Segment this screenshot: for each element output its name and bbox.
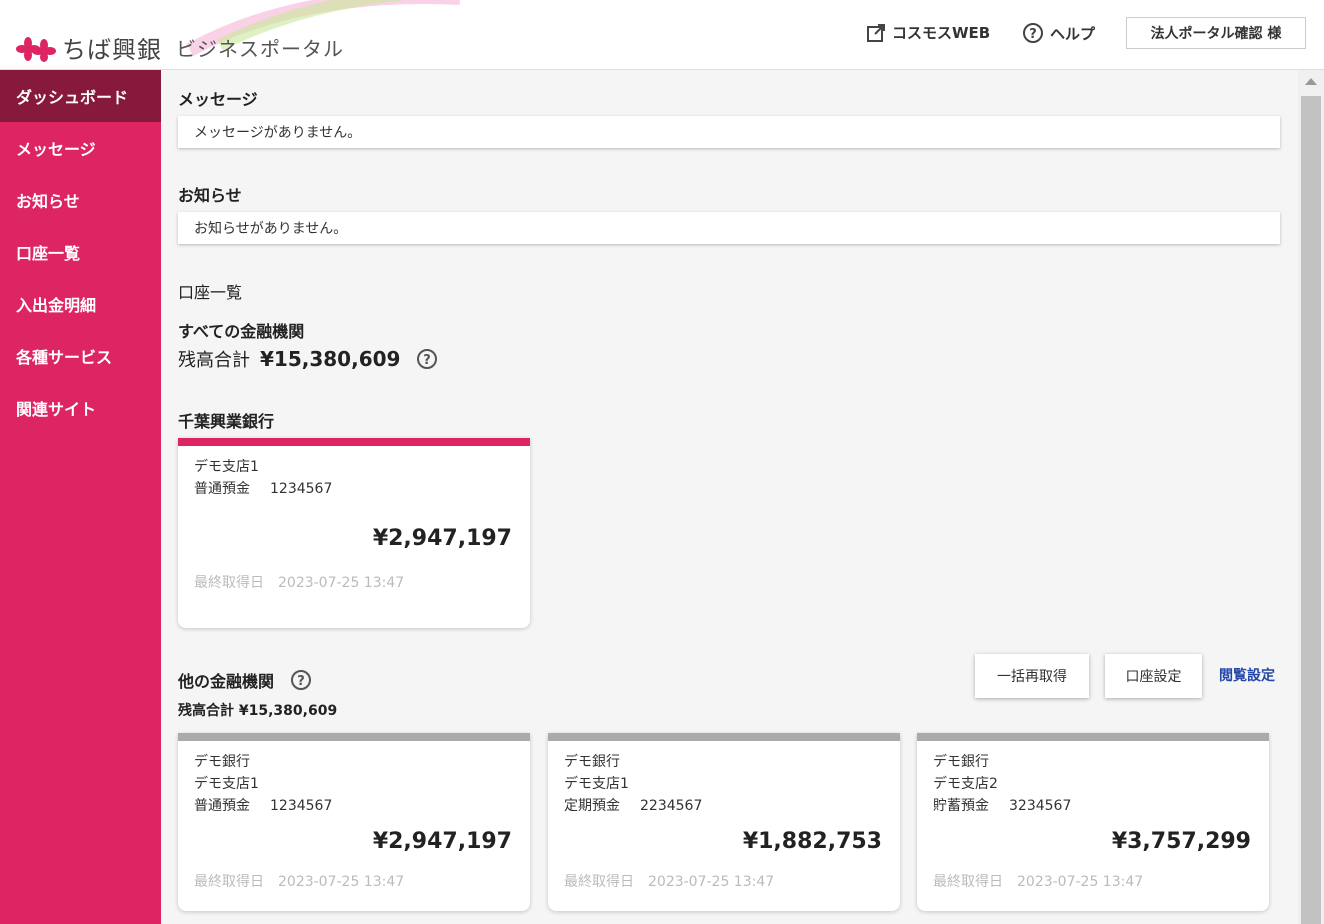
card-last-date: 2023-07-25 13:47: [648, 874, 775, 890]
messages-title: メッセージ: [178, 90, 258, 109]
card-account-number: 3234567: [1009, 798, 1072, 814]
sidebar-item-related-sites[interactable]: 関連サイト: [0, 382, 161, 434]
help-link[interactable]: ? ヘルプ: [1022, 22, 1095, 44]
card-amount: ¥2,947,197: [372, 829, 512, 854]
card-branch: デモ支店1: [564, 776, 629, 792]
accounts-title: 口座一覧: [178, 283, 243, 302]
sidebar: ダッシュボード メッセージ お知らせ 口座一覧 入出金明細 各種サービス 関連サ…: [0, 70, 161, 924]
card-last-updated: 最終取得日 2023-07-25 13:47: [933, 871, 1143, 891]
logo[interactable]: ちば興銀 ビジネスポータル: [16, 30, 344, 65]
messages-box: メッセージがありません。: [178, 116, 1280, 148]
scroll-thumb[interactable]: [1301, 96, 1321, 924]
card-account-row: 貯蓄預金 3234567: [933, 795, 1253, 817]
account-card-main[interactable]: デモ支店1 普通預金 1234567 ¥2,947,197 最終取得日 2023-0…: [178, 438, 530, 628]
cosmos-web-link[interactable]: コスモスWEB: [866, 22, 990, 43]
card-account-type: 定期預金: [564, 798, 620, 814]
card-bank: デモ銀行: [933, 754, 989, 770]
bank-title: 千葉興業銀行: [178, 412, 275, 431]
logo-portal-name: ビジネスポータル: [176, 37, 344, 61]
header: ちば興銀 ビジネスポータル コスモスWEB ? ヘルプ 法人ポータル確認 様: [0, 0, 1324, 70]
cosmos-web-label: コスモスWEB: [892, 24, 991, 42]
other-institutions-title-row: 他の金融機関 ?: [178, 668, 312, 692]
other-total-balance: 残高合計 ¥15,380,609: [178, 703, 338, 719]
help-icon[interactable]: ?: [290, 669, 312, 691]
sidebar-item-messages[interactable]: メッセージ: [0, 122, 161, 174]
card-account-type: 普通預金: [194, 798, 250, 814]
card-account-row: 普通預金 1234567: [194, 795, 514, 817]
account-card-other-3[interactable]: デモ銀行 デモ支店2 貯蓄預金 3234567 ¥3,757,299 最終取得日 2…: [917, 733, 1269, 911]
svg-text:?: ?: [297, 674, 305, 689]
external-link-icon: [867, 23, 885, 42]
cosmos-flower-icon: [16, 36, 56, 62]
account-card-other-1[interactable]: デモ銀行 デモ支店1 普通預金 1234567 ¥2,947,197 最終取得日 2…: [178, 733, 530, 911]
card-accent-bar: [917, 733, 1269, 741]
account-settings-button[interactable]: 口座設定: [1105, 654, 1202, 698]
card-account-number: 1234567: [270, 798, 333, 814]
card-account-number: 2234567: [640, 798, 703, 814]
card-accent-bar: [548, 733, 900, 741]
card-last-updated: 最終取得日 2023-07-25 13:47: [564, 871, 774, 891]
account-card-other-2[interactable]: デモ銀行 デモ支店1 定期預金 2234567 ¥1,882,753 最終取得日 2…: [548, 733, 900, 911]
help-label: ヘルプ: [1050, 24, 1096, 43]
card-details: デモ銀行 デモ支店1 普通預金 1234567: [178, 741, 530, 817]
card-details: デモ銀行 デモ支店2 貯蓄預金 3234567: [917, 741, 1269, 817]
card-bank: デモ銀行: [564, 754, 620, 770]
card-last-label: 最終取得日: [194, 575, 264, 591]
main-content: メッセージ メッセージがありません。 お知らせ お知らせがありません。 口座一覧…: [161, 70, 1298, 924]
refresh-all-button[interactable]: 一括再取得: [975, 654, 1089, 698]
help-icon: ?: [1023, 23, 1043, 43]
total-balance: 残高合計 ¥15,380,609 ?: [178, 346, 438, 372]
card-amount: ¥2,947,197: [372, 526, 512, 551]
total-balance-amount: ¥15,380,609: [260, 347, 401, 371]
card-details: デモ支店1 普通預金 1234567: [178, 446, 530, 500]
card-account-type: 貯蓄預金: [933, 798, 989, 814]
scroll-up-arrow-icon[interactable]: [1305, 78, 1317, 85]
help-icon[interactable]: ?: [416, 348, 438, 370]
card-last-date: 2023-07-25 13:47: [278, 575, 405, 591]
all-institutions-title: すべての金融機関: [178, 322, 305, 341]
view-settings-link[interactable]: 閲覧設定: [1219, 665, 1275, 685]
sidebar-item-transactions[interactable]: 入出金明細: [0, 278, 161, 330]
total-balance-label: 残高合計: [178, 350, 250, 371]
vertical-scrollbar[interactable]: [1298, 70, 1324, 924]
card-account-type: 普通預金: [194, 481, 250, 497]
card-account-number: 1234567: [270, 481, 333, 497]
sidebar-item-services[interactable]: 各種サービス: [0, 330, 161, 382]
card-branch: デモ支店1: [194, 776, 259, 792]
card-last-date: 2023-07-25 13:47: [278, 874, 405, 890]
logo-bank-name: ちば興銀: [62, 36, 162, 64]
card-branch: デモ支店2: [933, 776, 998, 792]
sidebar-item-dashboard[interactable]: ダッシュボード: [0, 70, 161, 122]
notices-box: お知らせがありません。: [178, 212, 1280, 244]
notices-title: お知らせ: [178, 186, 242, 205]
card-accent-bar: [178, 438, 530, 446]
card-accent-bar: [178, 733, 530, 741]
card-bank: デモ銀行: [194, 754, 250, 770]
card-account-row: 普通預金 1234567: [194, 478, 514, 500]
card-last-label: 最終取得日: [933, 874, 1003, 890]
other-institutions-title: 他の金融機関: [178, 672, 275, 691]
card-last-label: 最終取得日: [564, 874, 634, 890]
sidebar-item-notices[interactable]: お知らせ: [0, 174, 161, 226]
card-last-updated: 最終取得日 2023-07-25 13:47: [194, 871, 404, 891]
card-last-label: 最終取得日: [194, 874, 264, 890]
svg-text:?: ?: [1029, 27, 1037, 42]
user-menu-button[interactable]: 法人ポータル確認 様: [1126, 17, 1306, 49]
svg-text:?: ?: [424, 353, 432, 368]
card-amount: ¥1,882,753: [742, 829, 882, 854]
card-account-row: 定期預金 2234567: [564, 795, 884, 817]
card-last-updated: 最終取得日 2023-07-25 13:47: [194, 572, 404, 592]
card-branch: デモ支店1: [194, 459, 259, 475]
card-last-date: 2023-07-25 13:47: [1017, 874, 1144, 890]
card-details: デモ銀行 デモ支店1 定期預金 2234567: [548, 741, 900, 817]
card-amount: ¥3,757,299: [1111, 829, 1251, 854]
sidebar-item-accounts[interactable]: 口座一覧: [0, 226, 161, 278]
